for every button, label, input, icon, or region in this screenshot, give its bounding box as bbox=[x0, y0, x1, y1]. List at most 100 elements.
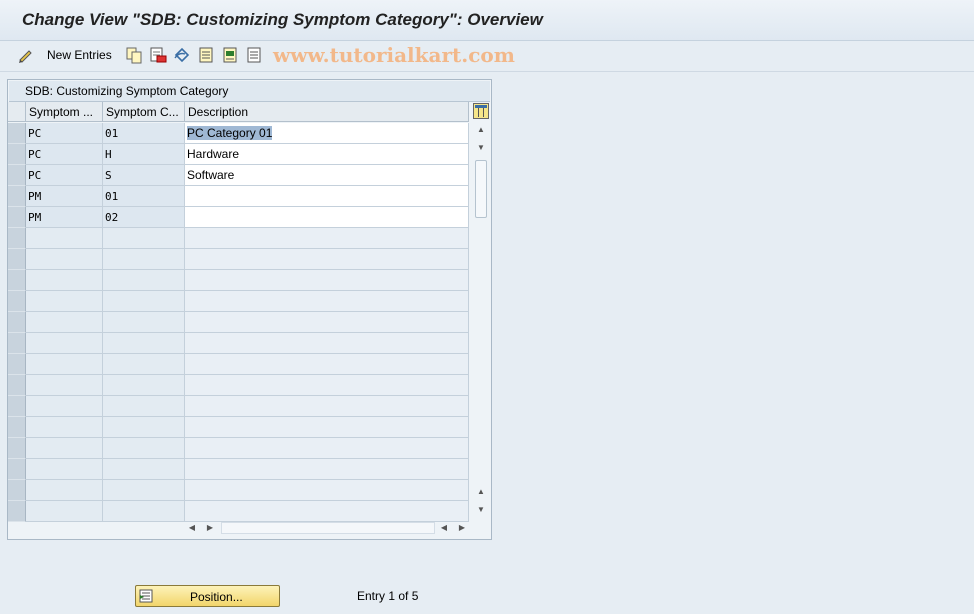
cell-description[interactable] bbox=[185, 480, 469, 501]
row-selector[interactable] bbox=[8, 144, 26, 165]
table-row[interactable] bbox=[8, 375, 469, 396]
table-row[interactable]: PM 02 bbox=[8, 207, 469, 228]
cell-symptom bbox=[26, 396, 103, 417]
cell-description[interactable] bbox=[185, 459, 469, 480]
vertical-scrollbar[interactable]: ▲ ▼ ▲ ▼ bbox=[473, 122, 489, 518]
table-row[interactable]: PC 01 PC Category 01 bbox=[8, 123, 469, 144]
cell-symptom-code: 01 bbox=[103, 123, 185, 144]
table-row[interactable] bbox=[8, 228, 469, 249]
row-selector[interactable] bbox=[8, 249, 26, 270]
table-row[interactable] bbox=[8, 396, 469, 417]
table-row[interactable] bbox=[8, 438, 469, 459]
scroll-page-up-button[interactable]: ▲ bbox=[473, 484, 489, 500]
row-selector[interactable] bbox=[8, 501, 26, 522]
scroll-right-button[interactable]: ▶ bbox=[203, 520, 217, 536]
row-selector[interactable] bbox=[8, 396, 26, 417]
row-selector[interactable] bbox=[8, 480, 26, 501]
horizontal-scrollbar[interactable]: ◀ ▶ ◀ ▶ bbox=[185, 520, 470, 536]
table-row[interactable] bbox=[8, 459, 469, 480]
scroll-up-button[interactable]: ▲ bbox=[473, 122, 489, 138]
row-selector[interactable] bbox=[8, 228, 26, 249]
column-header-symptom-code[interactable]: Symptom C... bbox=[103, 102, 185, 122]
table-settings-icon[interactable] bbox=[473, 103, 489, 119]
row-selector[interactable] bbox=[8, 186, 26, 207]
scroll-end-left-button[interactable]: ◀ bbox=[437, 520, 451, 536]
row-selector[interactable] bbox=[8, 354, 26, 375]
cell-text: PC Category 01 bbox=[187, 126, 273, 140]
cell-symptom bbox=[26, 228, 103, 249]
cell-symptom bbox=[26, 375, 103, 396]
cell-symptom bbox=[26, 333, 103, 354]
scroll-thumb[interactable] bbox=[475, 160, 487, 218]
cell-description[interactable] bbox=[185, 354, 469, 375]
position-button[interactable]: Position... bbox=[135, 585, 280, 607]
cell-symptom-code bbox=[103, 270, 185, 291]
cell-symptom: PC bbox=[26, 144, 103, 165]
scroll-page-down-button[interactable]: ▼ bbox=[473, 502, 489, 518]
cell-text: PC bbox=[28, 169, 42, 182]
table-row[interactable] bbox=[8, 354, 469, 375]
cell-description[interactable] bbox=[185, 501, 469, 522]
table-row[interactable]: PM 01 bbox=[8, 186, 469, 207]
row-selector[interactable] bbox=[8, 333, 26, 354]
scroll-end-right-button[interactable]: ▶ bbox=[455, 520, 469, 536]
table-row[interactable]: PC S Software bbox=[8, 165, 469, 186]
row-selector[interactable] bbox=[8, 375, 26, 396]
scroll-left-button[interactable]: ◀ bbox=[185, 520, 199, 536]
table-row[interactable] bbox=[8, 249, 469, 270]
copy-as-icon[interactable] bbox=[125, 46, 143, 64]
cell-text: S bbox=[105, 169, 112, 182]
table-row[interactable] bbox=[8, 417, 469, 438]
table-row[interactable] bbox=[8, 291, 469, 312]
edit-pencil-icon[interactable] bbox=[17, 46, 35, 64]
table-row[interactable] bbox=[8, 312, 469, 333]
cell-description[interactable] bbox=[185, 375, 469, 396]
cell-symptom-code bbox=[103, 480, 185, 501]
table-row[interactable] bbox=[8, 501, 469, 522]
row-selector[interactable] bbox=[8, 459, 26, 480]
cell-description[interactable] bbox=[185, 249, 469, 270]
cell-description[interactable] bbox=[185, 228, 469, 249]
row-selector[interactable] bbox=[8, 165, 26, 186]
cell-description[interactable] bbox=[185, 270, 469, 291]
row-selector[interactable] bbox=[8, 291, 26, 312]
row-selector[interactable] bbox=[8, 123, 26, 144]
cell-description[interactable] bbox=[185, 438, 469, 459]
cell-description[interactable] bbox=[185, 291, 469, 312]
select-block-icon[interactable] bbox=[221, 46, 239, 64]
table-row[interactable] bbox=[8, 270, 469, 291]
cell-description[interactable] bbox=[185, 312, 469, 333]
new-entries-button[interactable]: New Entries bbox=[47, 48, 112, 62]
column-header-symptom[interactable]: Symptom ... bbox=[26, 102, 103, 122]
cell-description[interactable] bbox=[185, 186, 469, 207]
cell-description[interactable]: Hardware bbox=[185, 144, 469, 165]
page-title: Change View "SDB: Customizing Symptom Ca… bbox=[22, 10, 543, 29]
cell-symptom-code bbox=[103, 312, 185, 333]
table-row[interactable] bbox=[8, 480, 469, 501]
row-selector[interactable] bbox=[8, 417, 26, 438]
horizontal-scroll-track[interactable] bbox=[221, 522, 435, 534]
row-selector[interactable] bbox=[8, 312, 26, 333]
select-all-rows-button[interactable] bbox=[8, 102, 26, 122]
row-selector[interactable] bbox=[8, 270, 26, 291]
undo-change-icon[interactable] bbox=[173, 46, 191, 64]
cell-symptom: PC bbox=[26, 123, 103, 144]
cell-description[interactable] bbox=[185, 417, 469, 438]
cell-text: Software bbox=[187, 168, 235, 182]
table-row[interactable]: PC H Hardware bbox=[8, 144, 469, 165]
cell-description[interactable] bbox=[185, 396, 469, 417]
cell-description[interactable] bbox=[185, 207, 469, 228]
cell-symptom: PM bbox=[26, 186, 103, 207]
scroll-down-button[interactable]: ▼ bbox=[473, 140, 489, 156]
deselect-all-icon[interactable] bbox=[245, 46, 263, 64]
cell-description[interactable] bbox=[185, 333, 469, 354]
select-all-icon[interactable] bbox=[197, 46, 215, 64]
row-selector[interactable] bbox=[8, 438, 26, 459]
cell-description[interactable]: PC Category 01 bbox=[185, 123, 469, 144]
cell-text: 01 bbox=[105, 190, 119, 203]
delete-icon[interactable] bbox=[149, 46, 167, 64]
table-row[interactable] bbox=[8, 333, 469, 354]
row-selector[interactable] bbox=[8, 207, 26, 228]
cell-description[interactable]: Software bbox=[185, 165, 469, 186]
column-header-description[interactable]: Description bbox=[185, 102, 469, 122]
